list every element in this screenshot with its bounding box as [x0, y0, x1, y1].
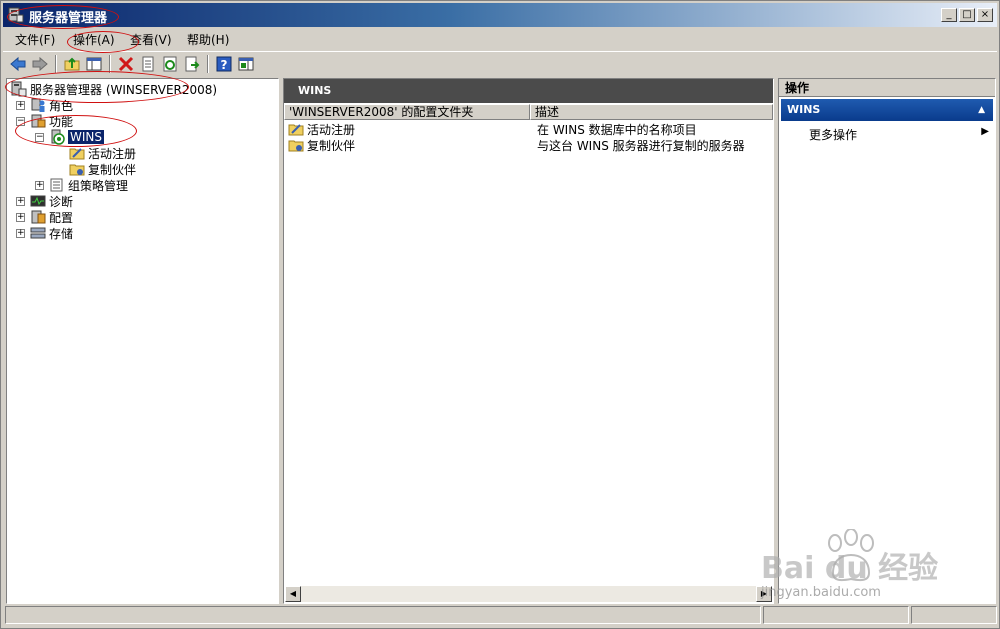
column-header-description[interactable]: 描述 [530, 104, 773, 120]
more-actions-item[interactable]: 更多操作 ▶ [809, 126, 989, 144]
menu-bar: 文件(F) 操作(A) 查看(V) 帮助(H) [3, 29, 997, 49]
folder-icon [69, 148, 85, 160]
help-icon[interactable]: ? [215, 55, 233, 73]
tree-label-features: 功能 [49, 114, 74, 129]
tree-item-group-policy[interactable]: + 组策略管理 [35, 177, 128, 193]
status-cell [911, 606, 997, 624]
collapse-icon[interactable]: − [16, 116, 25, 126]
status-cell [5, 606, 761, 624]
expand-icon[interactable]: + [35, 180, 44, 190]
expand-icon[interactable]: + [16, 100, 25, 110]
tree-item-replication-partners[interactable]: 复制伙伴 [69, 161, 136, 177]
actions-pane: 操作 WINS ▲ 更多操作 ▶ [778, 78, 996, 604]
properties-icon[interactable] [139, 55, 157, 73]
show-hide-tree-icon[interactable] [85, 55, 103, 73]
tree-label-diagnostics: 诊断 [49, 194, 74, 209]
tree-item-roles[interactable]: + 角色 [16, 97, 73, 113]
server-manager-icon [8, 7, 24, 23]
result-pane: WINS 'WINSERVER2008' 的配置文件夹 描述 活动注册 在 WI… [283, 78, 774, 604]
back-icon[interactable] [9, 55, 27, 73]
tree-label-configuration: 配置 [49, 210, 74, 225]
diagnostics-icon [30, 195, 46, 207]
scroll-left-icon[interactable]: ◀ [285, 586, 301, 602]
refresh-icon[interactable] [161, 55, 179, 73]
tree-label-active-registrations: 活动注册 [88, 146, 137, 161]
show-hide-action-pane-icon[interactable] [237, 55, 255, 73]
menu-help[interactable]: 帮助(H) [187, 31, 229, 48]
horizontal-scrollbar[interactable]: ◀ ▶ [285, 586, 772, 602]
folder-icon [69, 164, 85, 176]
menu-view[interactable]: 查看(V) [130, 31, 172, 48]
tree-item-wins[interactable]: − WINS [35, 129, 104, 145]
storage-icon [30, 227, 46, 239]
tree-item-active-registrations[interactable]: 活动注册 [69, 145, 136, 161]
expand-icon[interactable]: + [16, 196, 25, 206]
expand-icon[interactable]: + [16, 212, 25, 222]
server-manager-icon [11, 81, 27, 97]
svg-text:?: ? [221, 58, 228, 72]
tree-label-replication-partners: 复制伙伴 [88, 162, 137, 177]
minimize-button[interactable]: _ [941, 8, 957, 22]
expand-icon[interactable]: + [16, 228, 25, 238]
actions-section-wins[interactable]: WINS ▲ [781, 99, 993, 121]
up-folder-icon[interactable] [63, 55, 81, 73]
tree-item-configuration[interactable]: + 配置 [16, 209, 73, 225]
menu-action[interactable]: 操作(A) [73, 31, 115, 48]
folder-icon [288, 140, 304, 152]
submenu-arrow-icon: ▶ [981, 126, 989, 137]
maximize-button[interactable]: □ [959, 8, 975, 22]
list-item-description: 与这台 WINS 服务器进行复制的服务器 [537, 138, 745, 153]
export-icon[interactable] [183, 55, 201, 73]
toolbar: ? [3, 51, 997, 76]
menu-file[interactable]: 文件(F) [15, 31, 55, 48]
tree-item-storage[interactable]: + 存储 [16, 225, 73, 241]
tree-item-diagnostics[interactable]: + 诊断 [16, 193, 73, 209]
tree-label-group-policy: 组策略管理 [68, 178, 129, 193]
window-title: 服务器管理器 [29, 11, 108, 26]
tree-label-storage: 存储 [49, 226, 74, 241]
features-icon [31, 114, 46, 128]
roles-icon [31, 98, 45, 112]
tree-label-wins: WINS [68, 130, 104, 144]
list-item-description: 在 WINS 数据库中的名称项目 [537, 122, 697, 137]
configuration-icon [31, 210, 46, 224]
actions-pane-title: 操作 [779, 79, 995, 97]
app-window: 服务器管理器 _ □ × 文件(F) 操作(A) 查看(V) 帮助(H) ? 服… [0, 0, 1000, 629]
scroll-right-icon[interactable]: ▶ [756, 586, 772, 602]
list-item-name: 复制伙伴 [307, 138, 356, 153]
close-button[interactable]: × [977, 8, 993, 22]
forward-icon[interactable] [31, 55, 49, 73]
collapse-icon[interactable]: − [35, 132, 44, 142]
folder-icon [288, 124, 304, 136]
tree-item-features[interactable]: − 功能 [16, 113, 73, 129]
collapse-up-icon[interactable]: ▲ [978, 99, 985, 121]
list-item-name: 活动注册 [307, 122, 356, 137]
list-item[interactable]: 复制伙伴 [288, 137, 355, 153]
tree-label-roles: 角色 [49, 98, 74, 113]
actions-section-label: WINS [787, 103, 821, 116]
result-pane-header: WINS [284, 79, 773, 103]
tree-pane: 服务器管理器 (WINSERVER2008) + 角色 − 功能 − WINS … [6, 78, 279, 604]
tree-label-root: 服务器管理器 (WINSERVER2008) [30, 82, 218, 97]
status-cell [763, 606, 909, 624]
more-actions-label: 更多操作 [809, 128, 858, 142]
column-header-folder[interactable]: 'WINSERVER2008' 的配置文件夹 [284, 104, 530, 120]
tree-item-root[interactable]: 服务器管理器 (WINSERVER2008) [11, 81, 217, 97]
title-bar[interactable]: 服务器管理器 _ □ × [3, 3, 997, 27]
status-bar [5, 606, 997, 624]
list-item[interactable]: 活动注册 [288, 121, 355, 137]
group-policy-icon [50, 178, 63, 192]
delete-icon[interactable] [117, 55, 135, 73]
wins-server-icon [51, 129, 65, 145]
